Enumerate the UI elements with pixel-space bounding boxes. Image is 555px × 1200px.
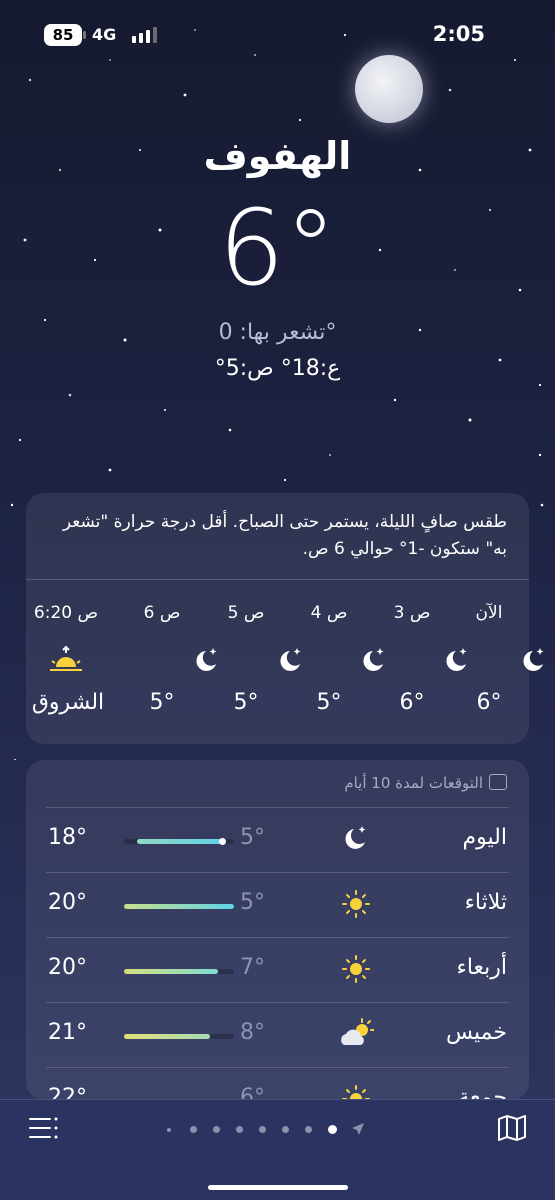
page-dot[interactable] [236, 1126, 243, 1133]
sun-icon [342, 955, 370, 983]
hourly-forecast-card[interactable]: طقس صافٍ الليلة، يستمر حتى الصباح. أقل د… [26, 493, 544, 744]
moon-stars-icon [196, 648, 217, 671]
temp-range-fill [137, 838, 227, 845]
day-name: ثلاثاء [464, 890, 507, 915]
day-name: أربعاء [456, 955, 507, 980]
divider [46, 1067, 509, 1068]
temp-range-fill [124, 1034, 210, 1039]
location-arrow-icon[interactable] [351, 1122, 365, 1136]
divider [26, 579, 529, 580]
hour-temp: 5° [149, 690, 175, 715]
high-temp: 20° [48, 890, 87, 915]
day-row[interactable]: خميس 8° 21° [26, 1002, 529, 1066]
divider [46, 807, 509, 808]
sunrise-icon [50, 645, 82, 671]
map-icon[interactable] [497, 1114, 527, 1142]
status-bar: 85 4G 2:05 [0, 14, 555, 54]
hour-label: 3 ص [393, 603, 431, 623]
forecast-header: التوقعات لمدة 10 أيام [344, 774, 507, 792]
battery-cap-icon [83, 31, 86, 39]
moon-icon [355, 55, 423, 123]
day-row[interactable]: جمعة 6° 22° [26, 1067, 529, 1100]
page-dot[interactable] [259, 1126, 266, 1133]
low-temp: 5° [240, 825, 265, 850]
day-row[interactable]: أربعاء 7° 20° [26, 937, 529, 1001]
hour-temp: 6° [476, 690, 502, 715]
clock: 2:05 [432, 22, 485, 46]
network-type: 4G [92, 25, 117, 44]
high-temp: 21° [48, 1020, 87, 1045]
bottom-toolbar [0, 1099, 555, 1200]
hour-label: 5 ص [227, 603, 265, 623]
list-menu-icon[interactable] [28, 1116, 60, 1140]
moon-stars-icon [446, 648, 467, 671]
cloud-sun-icon [341, 1018, 374, 1045]
calendar-icon [489, 774, 507, 790]
page-dot[interactable] [190, 1126, 197, 1133]
hour-label: 4 ص [310, 603, 348, 623]
page-dot[interactable] [305, 1126, 312, 1133]
low-temp: 5° [240, 890, 265, 915]
sun-icon [342, 890, 370, 918]
temp-range-bar [124, 838, 234, 845]
day-name: جمعة [458, 1085, 507, 1100]
ten-day-forecast-card[interactable]: التوقعات لمدة 10 أيام اليوم 5° 18° ثلاثا… [26, 760, 529, 1100]
day-name: خميس [445, 1020, 507, 1045]
temp-range-bar [124, 1034, 234, 1039]
divider [46, 872, 509, 873]
low-temp: 8° [240, 1020, 265, 1045]
temp-range-bar [124, 904, 234, 909]
page-dot[interactable] [213, 1126, 220, 1133]
forecast-header-label: التوقعات لمدة 10 أيام [344, 774, 483, 792]
page-dot[interactable] [282, 1126, 289, 1133]
page-dot[interactable] [167, 1128, 171, 1132]
hour-temp: 5° [233, 690, 259, 715]
hour-temp: 6° [399, 690, 425, 715]
high-low: ع:18° ص:5° [214, 356, 341, 381]
divider [46, 937, 509, 938]
temp-range-fill [124, 969, 218, 974]
signal-strength-icon [132, 27, 157, 43]
high-temp: 18° [48, 825, 87, 850]
hour-label: الآن [475, 603, 503, 623]
home-indicator [208, 1185, 348, 1190]
day-name: اليوم [462, 825, 507, 850]
weather-summary: طقس صافٍ الليلة، يستمر حتى الصباح. أقل د… [62, 512, 507, 559]
temp-range-bar [124, 969, 234, 974]
hour-temp: 5° [316, 690, 342, 715]
moon-stars-icon [280, 648, 301, 671]
temp-range-fill [124, 904, 234, 909]
battery-indicator: 85 [44, 24, 82, 46]
current-temp-marker [219, 838, 227, 845]
divider [46, 1002, 509, 1003]
moon-stars-icon [345, 826, 366, 849]
high-temp: 22° [48, 1085, 87, 1100]
hour-label: 6 ص [143, 603, 181, 623]
city-name: الهفوف [203, 134, 352, 178]
day-row[interactable]: اليوم 5° 18° [26, 807, 529, 871]
sunrise-label: الشروق [31, 690, 105, 715]
moon-stars-icon [363, 648, 384, 671]
page-dot[interactable] [328, 1125, 337, 1134]
high-temp: 20° [48, 955, 87, 980]
hour-label: 6:20 ص [33, 603, 99, 623]
low-temp: 6° [240, 1085, 265, 1100]
feels-like: تشعر بها: 0° [218, 320, 337, 345]
current-temperature: 6° [218, 187, 337, 309]
moon-stars-icon [523, 648, 544, 671]
day-row[interactable]: ثلاثاء 5° 20° [26, 872, 529, 936]
low-temp: 7° [240, 955, 265, 980]
sun-icon [342, 1085, 370, 1100]
